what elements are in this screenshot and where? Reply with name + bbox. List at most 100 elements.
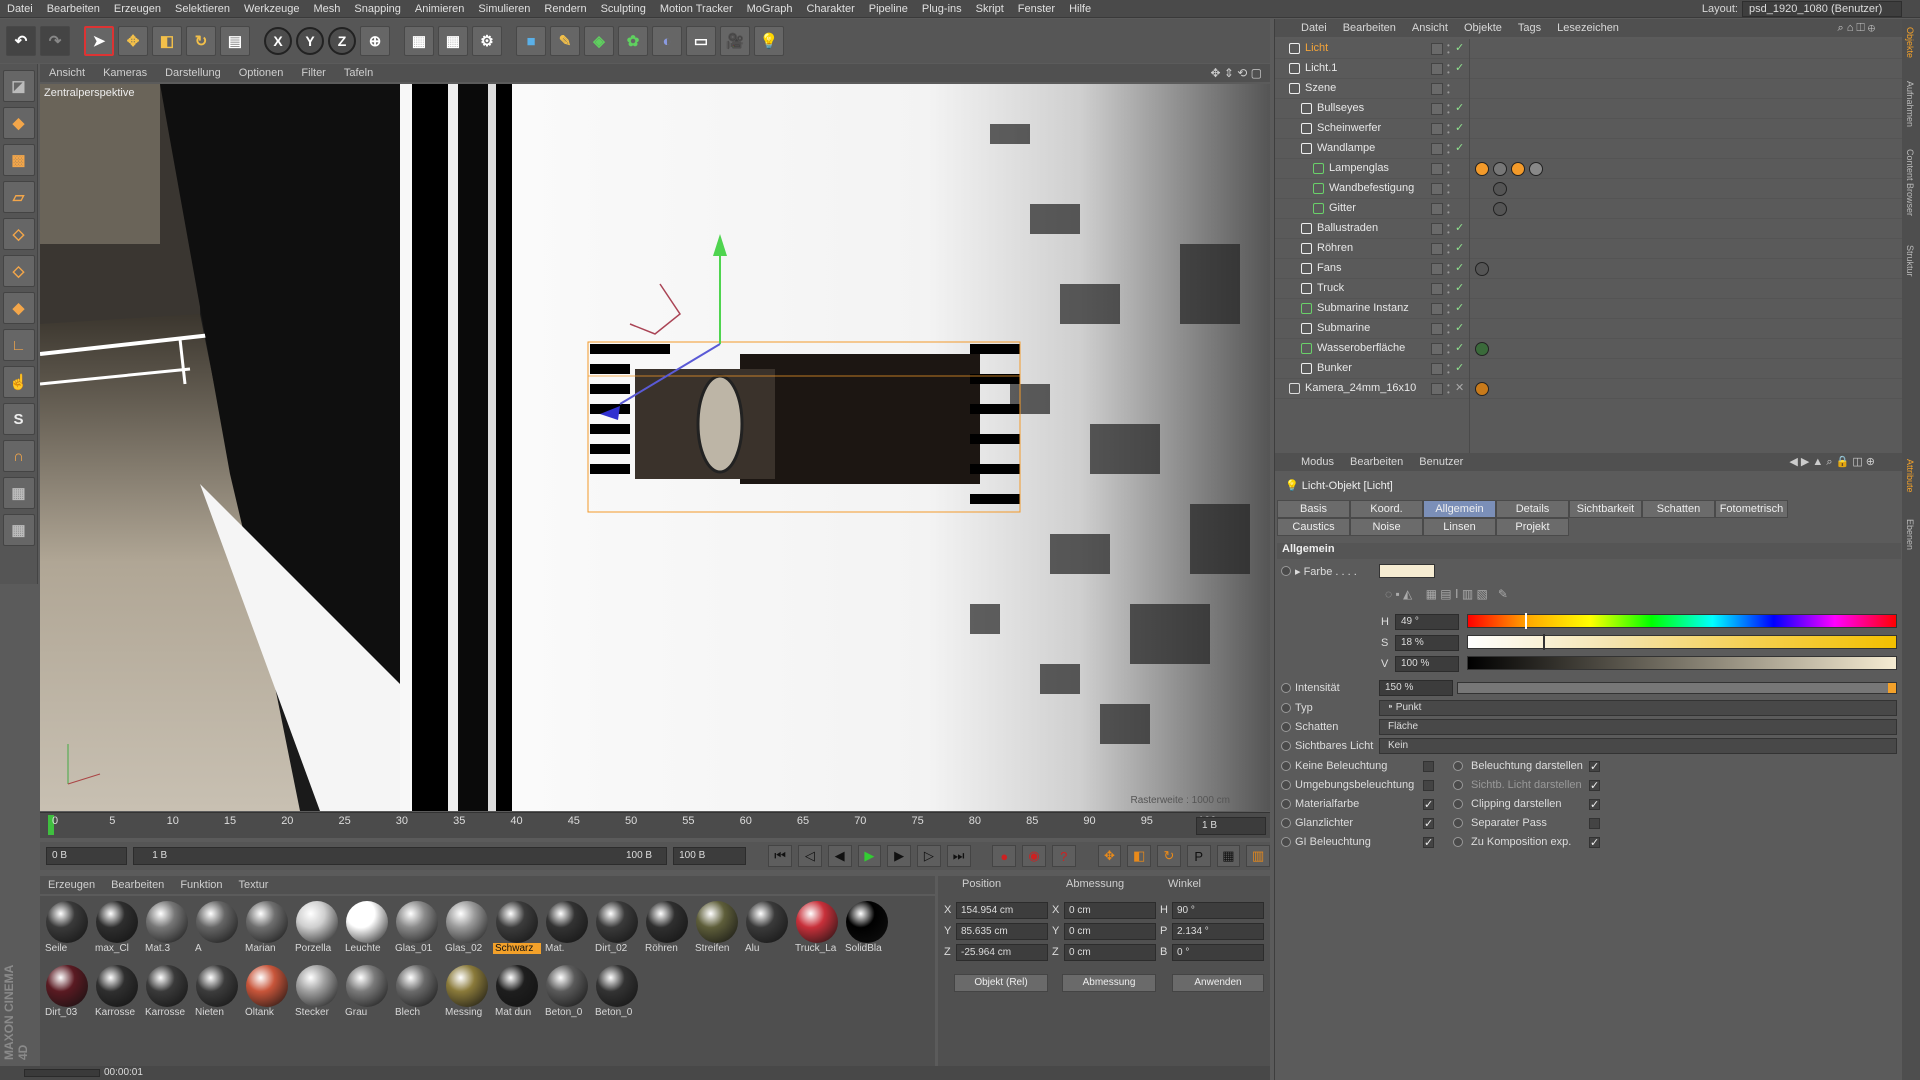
magnet-icon[interactable]: ∩ — [2, 440, 35, 472]
record-icon[interactable]: ● — [992, 845, 1017, 867]
attr-menu-benutzer[interactable]: Benutzer — [1411, 456, 1471, 468]
axis-mode-icon[interactable]: ∟ — [2, 329, 35, 361]
material-swatch[interactable]: Dirt_02 — [593, 899, 641, 961]
visibility-dots-icon[interactable]: • • — [1447, 222, 1450, 237]
menu-werkzeuge[interactable]: Werkzeuge — [237, 3, 306, 15]
current-frame-field[interactable]: 0 B — [46, 847, 128, 865]
object-row[interactable]: Submarine • • ✓ — [1275, 319, 1903, 339]
layer-icon[interactable] — [1431, 63, 1443, 75]
texture-mode-icon[interactable]: ▩ — [2, 144, 35, 176]
object-row[interactable]: Licht.1 • • ✓ — [1275, 59, 1903, 79]
material-swatch[interactable]: Röhren — [643, 899, 691, 961]
menu-motion-tracker[interactable]: Motion Tracker — [653, 3, 740, 15]
material-swatch[interactable]: Streifen — [693, 899, 741, 961]
tab-fotometrisch[interactable]: Fotometrisch — [1715, 500, 1788, 518]
grid-lock-icon[interactable]: ▦ — [2, 477, 35, 509]
object-row[interactable]: Röhren • • ✓ — [1275, 239, 1903, 259]
material-swatch[interactable]: Öltank — [243, 963, 291, 1025]
material-swatch[interactable]: Karrosse — [93, 963, 141, 1025]
material-swatch[interactable]: Alu — [743, 899, 791, 961]
option-checkbox[interactable]: ✓ — [1589, 837, 1600, 849]
material-swatch[interactable]: Leuchte — [343, 899, 391, 961]
size-x-field[interactable]: 0 cm — [1064, 902, 1156, 919]
light-icon[interactable]: 💡 — [754, 26, 784, 56]
menu-rendern[interactable]: Rendern — [537, 3, 593, 15]
mat-menu-funktion[interactable]: Funktion — [172, 879, 230, 891]
tab-linsen[interactable]: Linsen — [1423, 518, 1496, 536]
shadow-radio[interactable] — [1281, 722, 1291, 732]
enabled-check-icon[interactable]: ✓ — [1455, 281, 1464, 294]
coordinate-system-icon[interactable]: ⊕ — [360, 26, 390, 56]
material-swatch[interactable]: Nieten — [193, 963, 241, 1025]
layer-icon[interactable] — [1431, 143, 1443, 155]
menu-fenster[interactable]: Fenster — [1011, 3, 1062, 15]
tag-icon[interactable] — [1493, 162, 1507, 176]
angle-h-field[interactable]: 90 ° — [1172, 902, 1264, 919]
enabled-check-icon[interactable]: ✕ — [1455, 381, 1464, 394]
menu-animieren[interactable]: Animieren — [408, 3, 472, 15]
polygons-mode-icon[interactable]: ◆ — [2, 292, 35, 324]
option-checkbox[interactable] — [1423, 761, 1434, 772]
visibility-dots-icon[interactable]: • • — [1447, 262, 1450, 277]
intensity-field[interactable]: 150 % — [1379, 680, 1453, 696]
next-frame-icon[interactable]: ▶ — [887, 845, 912, 867]
tab-basis[interactable]: Basis — [1277, 500, 1350, 518]
material-swatch[interactable]: SolidBla — [843, 899, 891, 961]
layer-icon[interactable] — [1431, 323, 1443, 335]
tag-icon[interactable] — [1475, 162, 1489, 176]
material-swatch[interactable]: Blech — [393, 963, 441, 1025]
menu-skript[interactable]: Skript — [969, 3, 1011, 15]
autokey-icon[interactable]: ◉ — [1022, 845, 1046, 867]
undo-icon[interactable]: ↶ — [6, 26, 36, 56]
enabled-check-icon[interactable]: ✓ — [1455, 141, 1464, 154]
visibility-dots-icon[interactable]: • • — [1447, 342, 1450, 357]
enabled-check-icon[interactable]: ✓ — [1455, 361, 1464, 374]
option-checkbox[interactable]: ✓ — [1423, 818, 1434, 830]
attr-menu-bearbeiten[interactable]: Bearbeiten — [1342, 456, 1411, 468]
material-swatch[interactable]: Messing — [443, 963, 491, 1025]
layer-icon[interactable] — [1431, 203, 1443, 215]
saturation-slider[interactable] — [1467, 635, 1897, 649]
object-row[interactable]: Lampenglas • • — [1275, 159, 1903, 179]
key-rotation-icon[interactable]: ↻ — [1157, 845, 1181, 867]
workplane-icon[interactable]: ▱ — [2, 181, 35, 213]
menu-mograph[interactable]: MoGraph — [740, 3, 800, 15]
tab-noise[interactable]: Noise — [1350, 518, 1423, 536]
layer-icon[interactable] — [1431, 163, 1443, 175]
size-mode-dropdown[interactable]: Abmessung — [1062, 974, 1156, 992]
visibility-dots-icon[interactable]: • • — [1447, 202, 1450, 217]
pos-z-field[interactable]: -25.964 cm — [956, 944, 1048, 961]
object-row[interactable]: Bullseyes • • ✓ — [1275, 99, 1903, 119]
value-field[interactable]: 100 % — [1395, 656, 1459, 672]
go-to-start-icon[interactable]: ⏮ — [768, 845, 793, 867]
pos-y-field[interactable]: 85.635 cm — [956, 923, 1048, 940]
enabled-check-icon[interactable]: ✓ — [1455, 261, 1464, 274]
layer-icon[interactable] — [1431, 343, 1443, 355]
option-radio[interactable] — [1453, 799, 1463, 809]
visibility-dots-icon[interactable]: • • — [1447, 62, 1450, 77]
material-swatch[interactable]: Stecker — [293, 963, 341, 1025]
tag-icon[interactable] — [1529, 162, 1543, 176]
pos-x-field[interactable]: 154.954 cm — [956, 902, 1048, 919]
material-swatch[interactable]: Grau — [343, 963, 391, 1025]
obj-menu-datei[interactable]: Datei — [1293, 22, 1335, 34]
enabled-check-icon[interactable]: ✓ — [1455, 61, 1464, 74]
object-row[interactable]: Wandbefestigung • • — [1275, 179, 1903, 199]
tab-projekt[interactable]: Projekt — [1496, 518, 1569, 536]
select-tool-icon[interactable]: ➤ — [84, 26, 114, 56]
material-swatch[interactable]: Marian — [243, 899, 291, 961]
option-radio[interactable] — [1453, 818, 1463, 828]
material-swatch[interactable]: Karrosse — [143, 963, 191, 1025]
menu-selektieren[interactable]: Selektieren — [168, 3, 237, 15]
layer-icon[interactable] — [1431, 83, 1443, 95]
attr-menu-modus[interactable]: Modus — [1293, 456, 1342, 468]
keyframe-selection-icon[interactable]: ? — [1051, 845, 1076, 867]
visibility-dots-icon[interactable]: • • — [1447, 162, 1450, 177]
material-swatch[interactable]: Mat. — [543, 899, 591, 961]
tag-icon[interactable] — [1511, 162, 1525, 176]
visibility-dots-icon[interactable]: • • — [1447, 42, 1450, 57]
vp-menu-kameras[interactable]: Kameras — [94, 67, 156, 79]
enabled-check-icon[interactable]: ✓ — [1455, 241, 1464, 254]
color-anim-radio[interactable] — [1281, 566, 1291, 576]
timeline-end-field[interactable]: 1 B — [1196, 817, 1266, 835]
